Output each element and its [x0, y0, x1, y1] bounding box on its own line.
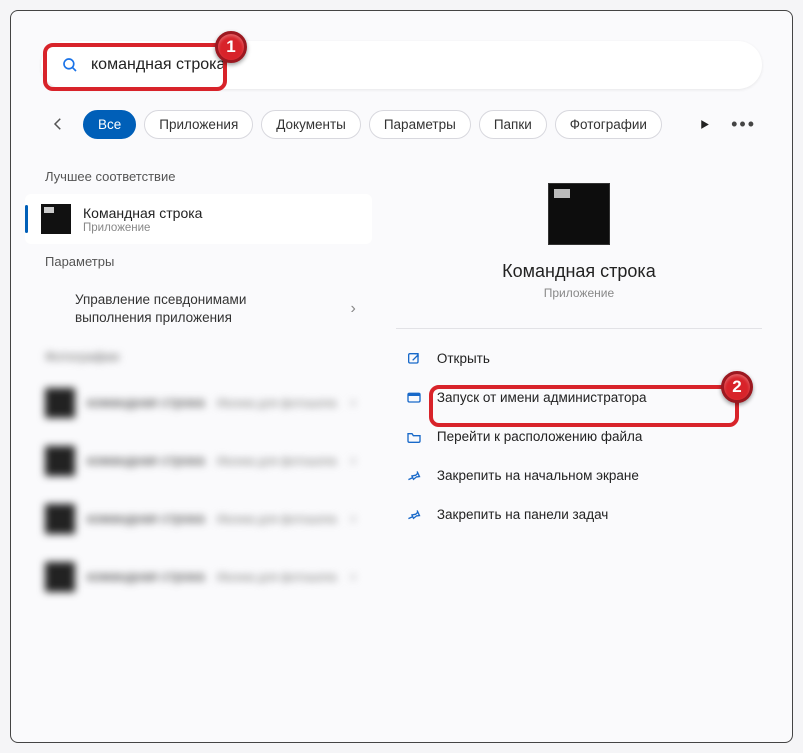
result-subtitle: Приложение: [83, 222, 202, 234]
result-title: Командная строка: [83, 205, 202, 221]
folder-icon: [406, 428, 423, 445]
filter-folders[interactable]: Папки: [479, 110, 547, 139]
filter-params[interactable]: Параметры: [369, 110, 471, 139]
preview-app-icon: [548, 183, 610, 245]
back-button[interactable]: [41, 107, 75, 141]
cmd-icon: [41, 204, 71, 234]
thumb-icon: [45, 562, 75, 592]
divider: [396, 328, 762, 329]
section-best-match: Лучшее соответствие: [11, 159, 386, 194]
action-list: Открыть Запуск от имени администратора П…: [396, 339, 762, 534]
action-run-admin[interactable]: Запуск от имени администратора: [396, 378, 762, 417]
filter-docs[interactable]: Документы: [261, 110, 361, 139]
search-window: командная строка Все Приложения Документ…: [10, 10, 793, 743]
param-label: Управление псевдонимами выполнения прило…: [75, 291, 315, 327]
blurred-row-2[interactable]: командная строка Иконка для фотошопа ›: [45, 432, 356, 490]
blurred-row-4[interactable]: командная строка Иконка для фотошопа ›: [45, 548, 356, 606]
action-label: Запуск от имени администратора: [437, 390, 647, 405]
section-parameters: Параметры: [11, 244, 386, 279]
result-cmd[interactable]: Командная строка Приложение: [25, 194, 372, 244]
more-icon[interactable]: •••: [731, 114, 756, 135]
thumb-icon: [45, 446, 75, 476]
search-icon: [61, 56, 79, 74]
results-column: Лучшее соответствие Командная строка При…: [11, 159, 386, 740]
action-label: Закрепить на панели задач: [437, 507, 608, 522]
filter-photos[interactable]: Фотографии: [555, 110, 662, 139]
chevron-right-icon: ›: [351, 568, 356, 586]
action-label: Открыть: [437, 351, 490, 366]
action-label: Перейти к расположению файла: [437, 429, 643, 444]
admin-icon: [406, 389, 423, 406]
thumb-icon: [45, 388, 75, 418]
chevron-right-icon: ›: [351, 452, 356, 470]
blurred-row-1[interactable]: командная строка Иконка для фотошопа ›: [45, 374, 356, 432]
blurred-section: Фотографии командная строка Иконка для ф…: [11, 339, 386, 606]
preview-subtitle: Приложение: [396, 286, 762, 300]
action-pin-taskbar[interactable]: Закрепить на панели задач: [396, 495, 762, 534]
search-query: командная строка: [91, 56, 225, 74]
section-photos: Фотографии: [45, 349, 356, 364]
action-open-location[interactable]: Перейти к расположению файла: [396, 417, 762, 456]
pin-icon: [406, 506, 423, 523]
search-bar[interactable]: командная строка: [41, 41, 762, 89]
action-label: Закрепить на начальном экране: [437, 468, 639, 483]
thumb-icon: [45, 504, 75, 534]
filter-row: Все Приложения Документы Параметры Папки…: [11, 107, 792, 159]
result-text: Командная строка Приложение: [83, 205, 202, 234]
chevron-right-icon: ›: [351, 394, 356, 412]
action-pin-start[interactable]: Закрепить на начальном экране: [396, 456, 762, 495]
preview-title: Командная строка: [396, 261, 762, 282]
play-icon[interactable]: [698, 118, 711, 131]
open-icon: [406, 350, 423, 367]
filter-right-controls: •••: [698, 114, 762, 135]
search-bar-wrap: командная строка: [11, 11, 792, 107]
pin-icon: [406, 467, 423, 484]
blurred-row-3[interactable]: командная строка Иконка для фотошопа ›: [45, 490, 356, 548]
annotation-badge-2: 2: [721, 371, 753, 403]
param-alias-management[interactable]: Управление псевдонимами выполнения прило…: [11, 279, 386, 339]
action-open[interactable]: Открыть: [396, 339, 762, 378]
annotation-badge-1: 1: [215, 31, 247, 63]
filter-apps[interactable]: Приложения: [144, 110, 253, 139]
preview-header: Командная строка Приложение: [396, 159, 762, 306]
chevron-right-icon: ›: [351, 510, 356, 528]
chevron-right-icon: ›: [351, 300, 356, 318]
preview-column: Командная строка Приложение Открыть Запу…: [386, 159, 792, 740]
content-columns: Лучшее соответствие Командная строка При…: [11, 159, 792, 740]
filter-all[interactable]: Все: [83, 110, 136, 139]
